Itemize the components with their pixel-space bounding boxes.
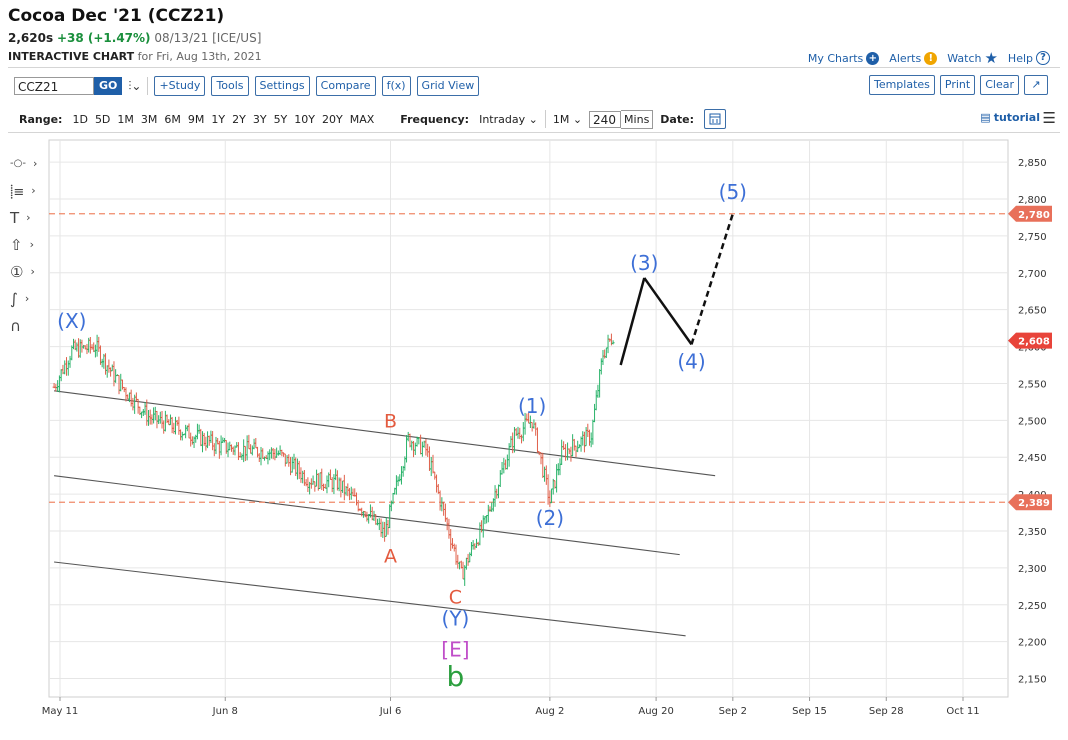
x-tick-label: Sep 28 — [869, 706, 904, 717]
y-tick-label: 2,800 — [1018, 195, 1047, 206]
wave-annotation: (1) — [518, 394, 546, 418]
wave-annotation: (2) — [536, 506, 564, 530]
x-tick-label: Oct 11 — [946, 706, 979, 717]
wave-label: (5) — [719, 180, 747, 204]
y-tick-label: 2,850 — [1018, 158, 1047, 169]
wave-annotation: b — [447, 660, 465, 693]
x-tick-label: Sep 15 — [792, 706, 827, 717]
y-tick-label: 2,300 — [1018, 564, 1047, 575]
level-price-label: 2,780 — [1018, 210, 1050, 221]
y-tick-label: 2,500 — [1018, 416, 1047, 427]
y-tick-label: 2,350 — [1018, 527, 1047, 538]
y-tick-label: 2,750 — [1018, 232, 1047, 243]
x-tick-label: Jun 8 — [212, 706, 238, 717]
y-tick-label: 2,650 — [1018, 306, 1047, 317]
wave-annotation: C — [449, 586, 462, 608]
x-tick-label: Sep 2 — [719, 706, 747, 717]
y-tick-label: 2,450 — [1018, 453, 1047, 464]
wave-annotation: A — [384, 546, 397, 568]
wave-label: (4) — [677, 349, 705, 373]
y-tick-label: 2,550 — [1018, 379, 1047, 390]
level-price-label: 2,389 — [1018, 498, 1050, 509]
wave-annotation: (Y) — [442, 606, 470, 630]
x-tick-label: May 11 — [42, 706, 79, 717]
x-tick-label: Aug 2 — [535, 706, 564, 717]
y-tick-label: 2,200 — [1018, 638, 1047, 649]
wave-annotation: (X) — [57, 309, 86, 333]
y-tick-label: 2,700 — [1018, 269, 1047, 280]
x-tick-label: Jul 6 — [379, 706, 402, 717]
x-tick-label: Aug 20 — [638, 706, 673, 717]
price-chart[interactable]: 2,1502,2002,2502,3002,3502,4002,4502,500… — [0, 0, 1068, 740]
wave-label: (3) — [630, 251, 658, 275]
y-tick-label: 2,250 — [1018, 601, 1047, 612]
wave-annotation: B — [384, 411, 397, 433]
y-tick-label: 2,150 — [1018, 675, 1047, 686]
wave-annotation: [E] — [441, 637, 469, 661]
last-price-label: 2,608 — [1018, 337, 1050, 348]
